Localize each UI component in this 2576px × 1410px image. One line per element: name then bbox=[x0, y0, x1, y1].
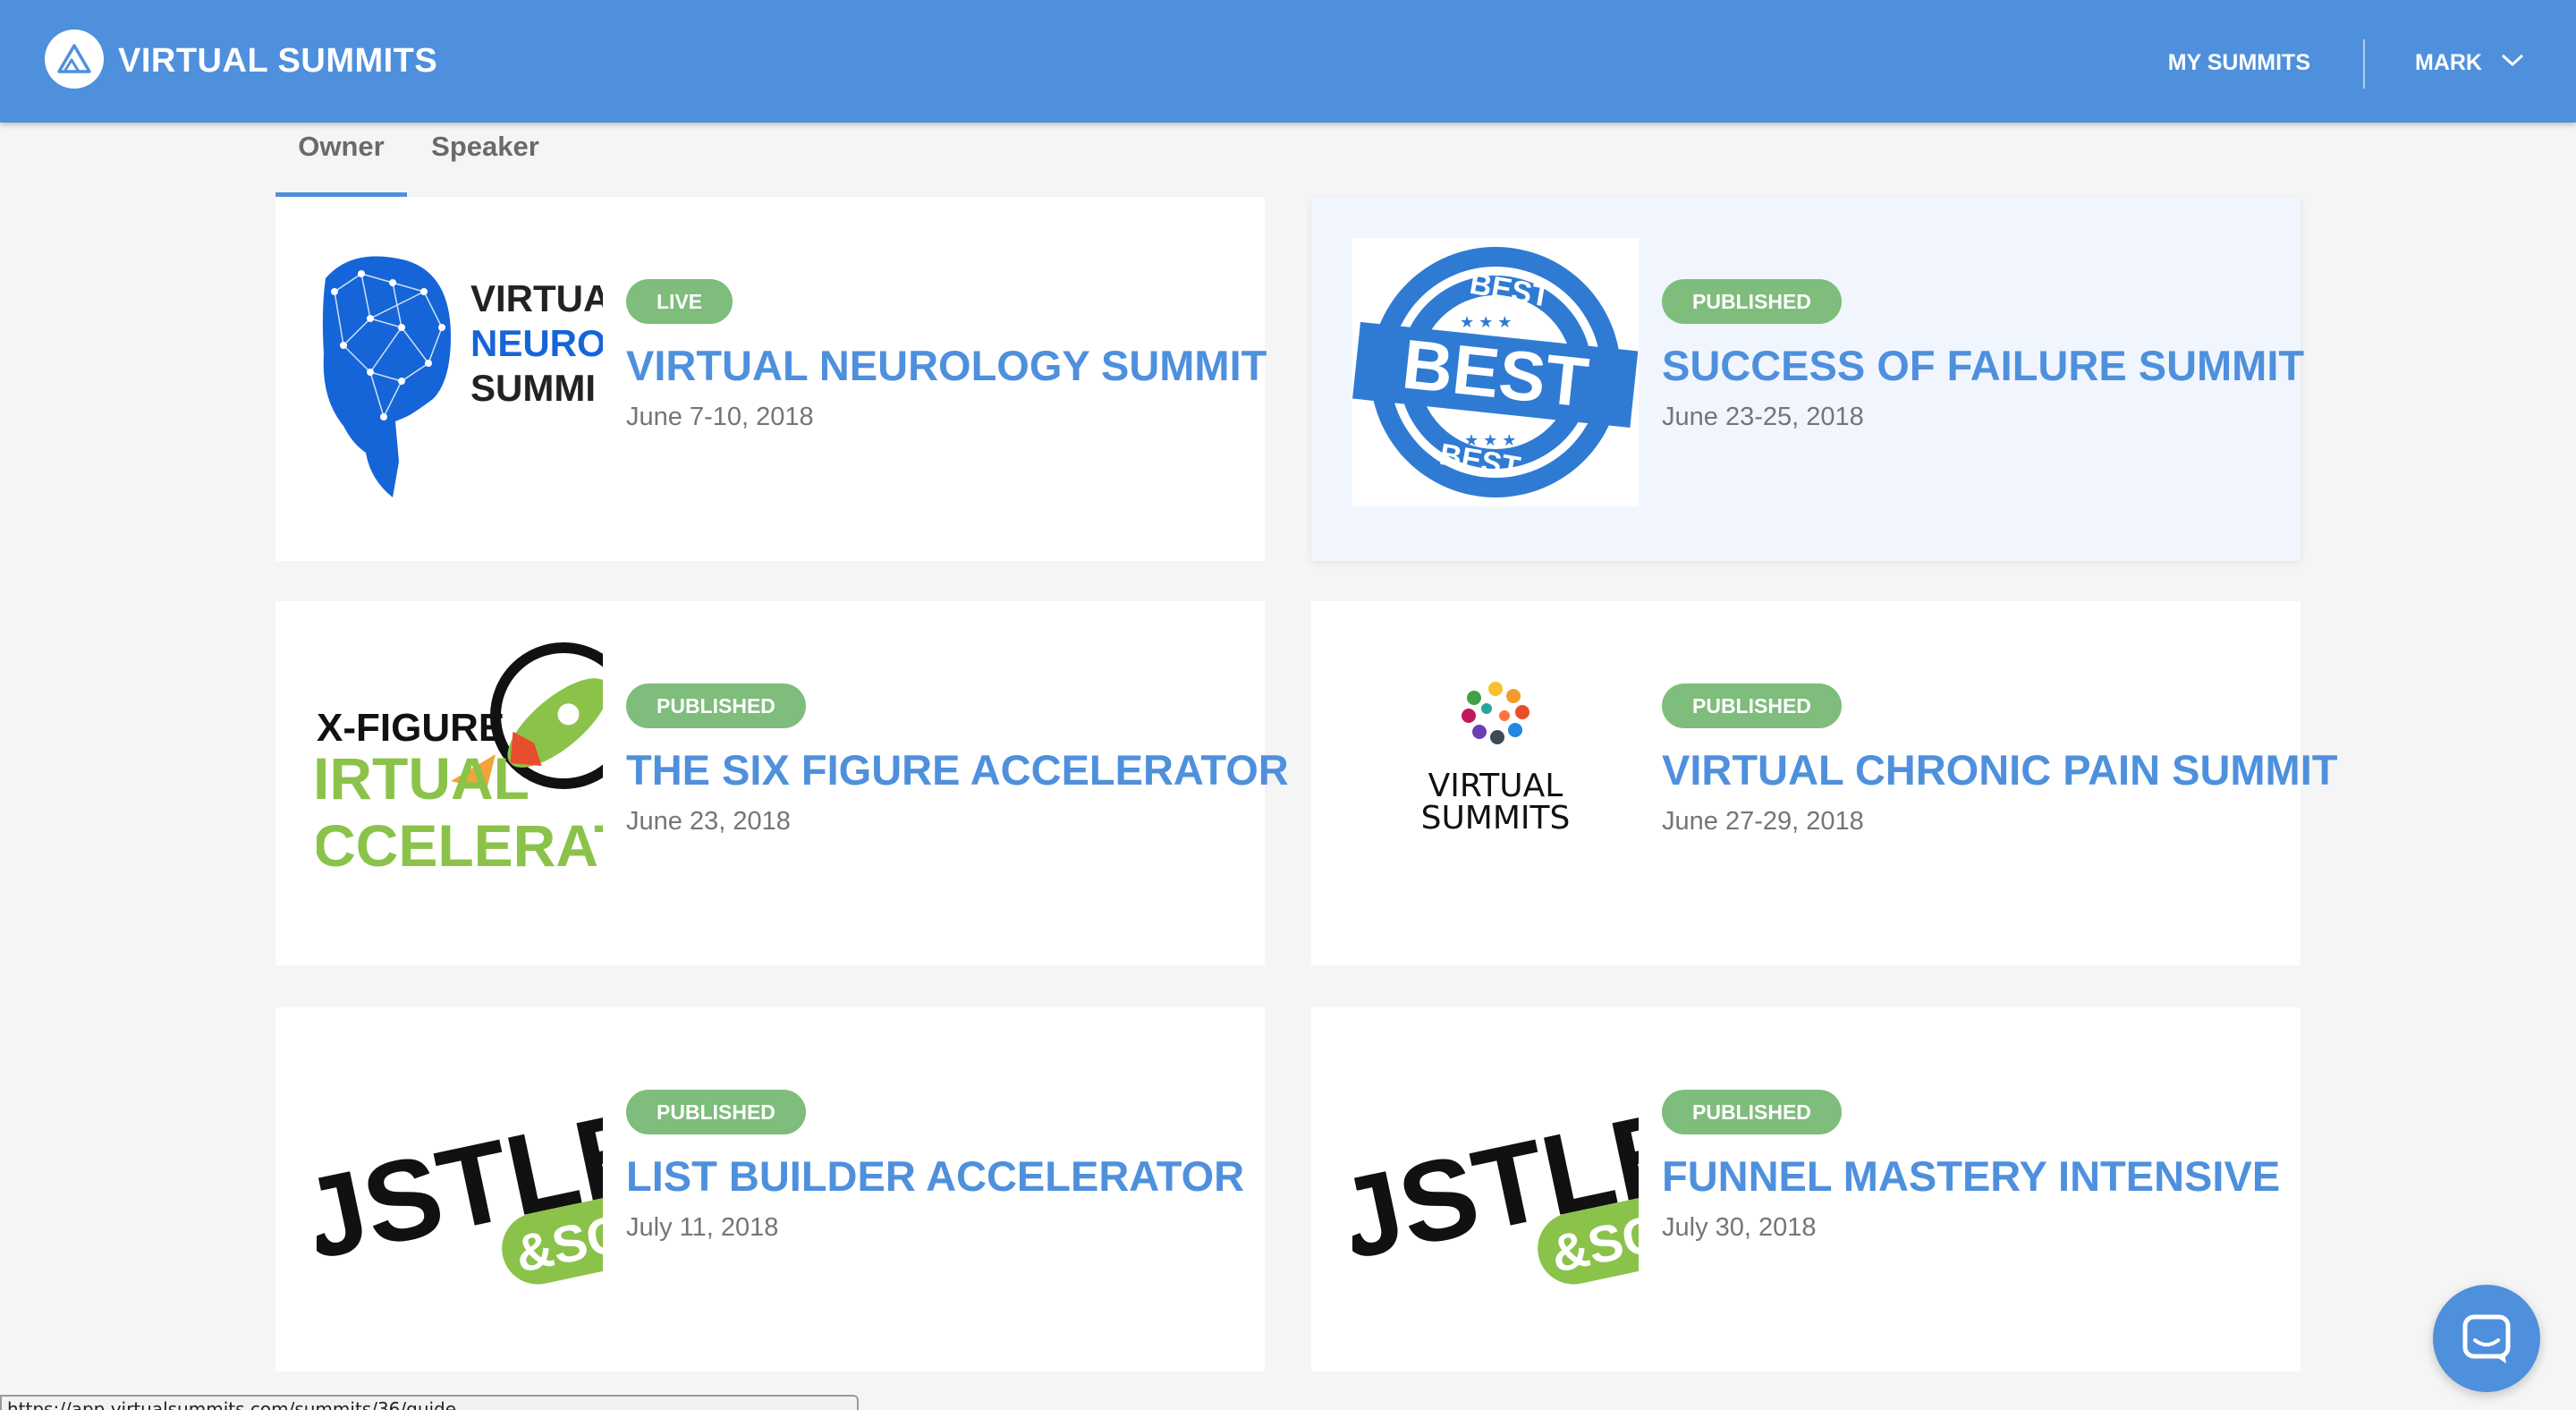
browser-status-url: https://app.virtualsummits.com/summits/3… bbox=[0, 1395, 859, 1410]
summit-logo-hustle-scale: JSTLE &SC bbox=[1352, 1049, 1639, 1317]
brand-name[interactable]: VIRTUAL SUMMITS bbox=[118, 39, 437, 82]
status-badge: PUBLISHED bbox=[1662, 279, 1842, 324]
summit-card-six-figure[interactable]: X-FIGURE IRTUAL CCELERATO PUBLISHED THE … bbox=[275, 601, 1289, 965]
summit-card-funnel-mastery[interactable]: JSTLE &SC PUBLISHED FUNNEL MASTERY INTEN… bbox=[1311, 1007, 2301, 1372]
summit-title[interactable]: THE SIX FIGURE ACCELERATOR bbox=[626, 743, 1289, 798]
summit-date: July 30, 2018 bbox=[1662, 1213, 1817, 1242]
svg-text:VIRTUA: VIRTUA bbox=[470, 277, 603, 319]
tab-owner[interactable]: Owner bbox=[275, 122, 407, 197]
summit-date: July 11, 2018 bbox=[626, 1213, 779, 1242]
svg-text:★ ★ ★: ★ ★ ★ bbox=[1464, 431, 1516, 449]
summit-title[interactable]: VIRTUAL NEUROLOGY SUMMIT bbox=[626, 338, 1267, 394]
svg-text:SUMMITS: SUMMITS bbox=[1421, 800, 1571, 837]
status-badge: PUBLISHED bbox=[1662, 1090, 1842, 1134]
svg-text:SUMMI: SUMMI bbox=[470, 367, 596, 409]
top-navigation-bar: VIRTUAL SUMMITS MY SUMMITS MARK bbox=[0, 0, 2576, 123]
summit-card-chronic-pain[interactable]: VIRTUAL SUMMITS PUBLISHED VIRTUAL CHRONI… bbox=[1311, 601, 2337, 965]
summit-logo-hustle-scale: JSTLE &SC bbox=[317, 1049, 603, 1317]
summit-title[interactable]: VIRTUAL CHRONIC PAIN SUMMIT bbox=[1662, 743, 2337, 798]
chat-icon bbox=[2462, 1314, 2511, 1363]
summit-date: June 23-25, 2018 bbox=[1662, 403, 1864, 431]
summit-logo-virtual-summits: VIRTUAL SUMMITS bbox=[1352, 642, 1639, 911]
summit-date: June 23, 2018 bbox=[626, 807, 791, 836]
status-badge: PUBLISHED bbox=[1662, 684, 1842, 728]
my-summits-link[interactable]: MY SUMMITS bbox=[2168, 47, 2310, 79]
summit-date: June 27-29, 2018 bbox=[1662, 807, 1864, 836]
svg-text:X-FIGURE: X-FIGURE bbox=[317, 706, 504, 750]
tab-speaker[interactable]: Speaker bbox=[420, 122, 550, 197]
svg-text:VIRTUAL: VIRTUAL bbox=[1428, 768, 1563, 804]
summit-card-neurology[interactable]: VIRTUA NEURO SUMMI LIVE VIRTUAL NEUROLOG… bbox=[275, 197, 1267, 561]
svg-text:NEURO: NEURO bbox=[470, 322, 603, 364]
summit-card-list-builder[interactable]: JSTLE &SC PUBLISHED LIST BUILDER ACCELER… bbox=[275, 1007, 1265, 1372]
summit-card-success-of-failure[interactable]: BEST BEST BEST ★ ★ ★ ★ ★ ★ PUBLISHED SUC… bbox=[1311, 197, 2304, 561]
summit-logo-neurology: VIRTUA NEURO SUMMI bbox=[317, 238, 603, 506]
svg-text:★ ★ ★: ★ ★ ★ bbox=[1460, 313, 1512, 331]
summit-title[interactable]: SUCCESS OF FAILURE SUMMIT bbox=[1662, 338, 2304, 394]
status-badge: PUBLISHED bbox=[626, 1090, 806, 1134]
user-menu-button[interactable]: MARK bbox=[2415, 47, 2482, 79]
svg-text:IRTUAL: IRTUAL bbox=[317, 745, 530, 811]
brand-logo-icon[interactable] bbox=[45, 30, 104, 89]
nav-divider bbox=[2363, 39, 2365, 89]
summit-date: June 7-10, 2018 bbox=[626, 403, 814, 431]
summit-title[interactable]: FUNNEL MASTERY INTENSIVE bbox=[1662, 1149, 2280, 1204]
summit-title[interactable]: LIST BUILDER ACCELERATOR bbox=[626, 1149, 1244, 1204]
summit-logo-best-stamp: BEST BEST BEST ★ ★ ★ ★ ★ ★ bbox=[1352, 238, 1639, 506]
chevron-down-icon[interactable] bbox=[2500, 52, 2525, 68]
summit-logo-rocket-accelerator: X-FIGURE IRTUAL CCELERATO bbox=[317, 642, 603, 911]
status-badge: PUBLISHED bbox=[626, 684, 806, 728]
chat-launcher-button[interactable] bbox=[2433, 1285, 2540, 1392]
svg-text:CCELERATO: CCELERATO bbox=[317, 812, 603, 879]
status-badge: LIVE bbox=[626, 279, 733, 324]
